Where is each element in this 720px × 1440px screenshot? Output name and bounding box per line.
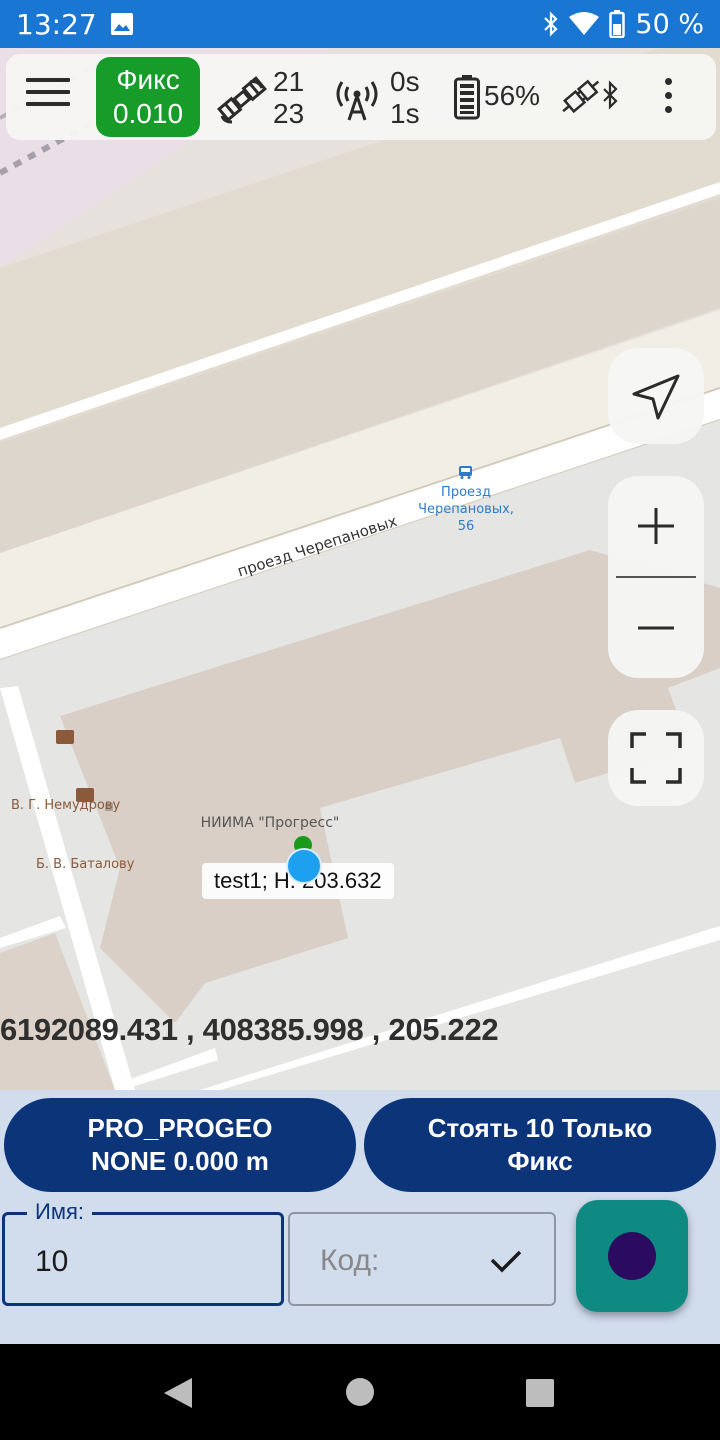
profile-name: PRO_PROGEO xyxy=(87,1113,273,1143)
poi-label[interactable]: В. Г. Немудрову xyxy=(11,798,120,813)
more-vert-icon[interactable] xyxy=(656,78,680,118)
poi-label[interactable]: Б. В. Баталову xyxy=(36,857,134,872)
satellites-visible: 23 xyxy=(273,98,305,129)
bus-stop-icon[interactable] xyxy=(458,466,473,479)
navigate-button[interactable] xyxy=(608,348,704,444)
satellite-counts: 21 23 xyxy=(273,66,304,130)
fullscreen-icon xyxy=(630,732,682,784)
status-time: 13:27 xyxy=(16,8,97,41)
antenna-icon[interactable] xyxy=(332,74,382,122)
point-code-field[interactable]: Код: xyxy=(288,1212,556,1306)
bluetooth-icon xyxy=(544,11,558,37)
receiver-battery-icon xyxy=(454,75,480,120)
fix-precision-value: 0.010 xyxy=(112,98,184,129)
point-code-input[interactable]: Код: xyxy=(320,1244,379,1278)
satellites-used: 21 xyxy=(273,66,305,97)
receiver-battery-percent: 56% xyxy=(484,80,541,111)
memorial-plaque-icon[interactable] xyxy=(76,788,94,802)
memorial-plaque-icon[interactable] xyxy=(56,730,74,744)
profile-button[interactable]: PRO_PROGEO NONE 0.000 m xyxy=(4,1098,356,1192)
record-mode-button[interactable]: Стоять 10 Только Фикс xyxy=(364,1098,716,1192)
correction-interval-value: 1s xyxy=(390,98,420,129)
record-dot-icon xyxy=(608,1232,656,1280)
battery-icon xyxy=(609,10,626,38)
zoom-in-button[interactable] xyxy=(608,476,704,576)
menu-icon[interactable] xyxy=(26,78,70,114)
image-icon xyxy=(111,13,133,35)
coordinates-readout: 6192089.431 , 408385.998 , 205.222 xyxy=(0,1012,499,1047)
plug-bluetooth-icon[interactable] xyxy=(558,76,622,118)
building-label: НИИМА "Прогресс" xyxy=(200,815,340,831)
top-toolbar: Фикс 0.010 21 23 0s 1s 56% xyxy=(6,54,716,140)
point-name-input[interactable]: 10 xyxy=(35,1245,68,1279)
point-name-label: Имя: xyxy=(27,1199,92,1225)
zoom-in-icon xyxy=(638,508,674,544)
wifi-icon xyxy=(569,12,600,35)
status-bar: 13:27 50 % xyxy=(0,0,720,48)
profile-offset: NONE 0.000 m xyxy=(91,1146,269,1176)
satellite-icon[interactable] xyxy=(214,74,270,124)
fix-status-badge[interactable]: Фикс 0.010 xyxy=(96,57,200,137)
back-icon[interactable] xyxy=(162,1376,194,1410)
correction-age: 0s 1s xyxy=(390,66,420,130)
status-battery-percent: 50 % xyxy=(635,8,704,40)
check-icon[interactable] xyxy=(486,1240,526,1280)
zoom-controls xyxy=(608,476,704,678)
bottom-panel: PRO_PROGEO NONE 0.000 m Стоять 10 Только… xyxy=(0,1090,720,1344)
point-name-field[interactable]: Имя: 10 xyxy=(2,1199,284,1306)
zoom-out-button[interactable] xyxy=(608,578,704,678)
correction-age-value: 0s xyxy=(390,66,420,97)
record-mode-line2: Фикс xyxy=(507,1146,573,1176)
system-nav-bar xyxy=(0,1344,720,1440)
recents-icon[interactable] xyxy=(525,1378,555,1408)
fullscreen-button[interactable] xyxy=(608,710,704,806)
home-icon[interactable] xyxy=(345,1377,375,1407)
zoom-out-icon xyxy=(638,626,674,630)
fix-status-text: Фикс xyxy=(116,64,180,95)
current-location-marker xyxy=(286,848,322,884)
navigate-icon xyxy=(632,374,680,420)
record-point-button[interactable] xyxy=(576,1200,688,1312)
bus-stop-label[interactable]: Проезд Черепановых, 56 xyxy=(414,484,518,535)
record-mode-line1: Стоять 10 Только xyxy=(427,1113,653,1143)
